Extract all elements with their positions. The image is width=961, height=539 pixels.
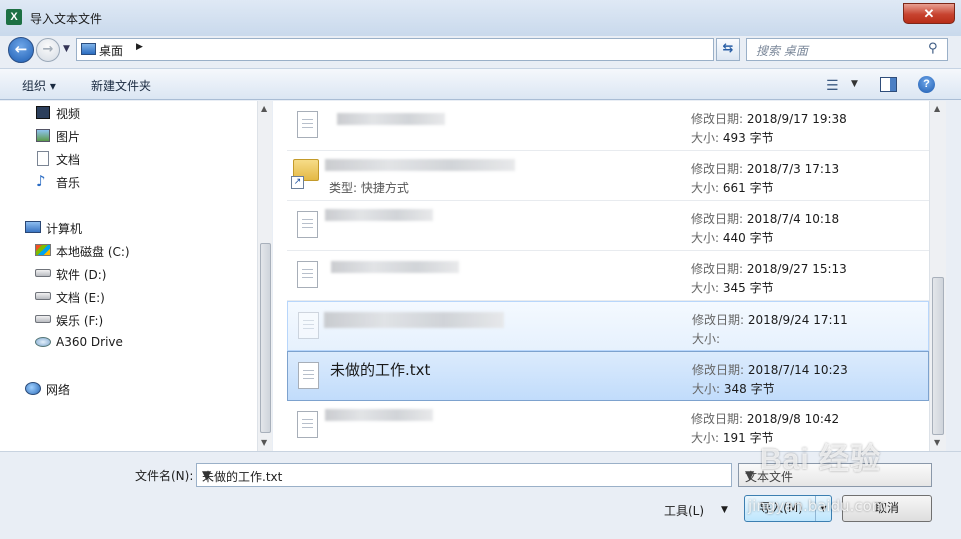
view-options-icon[interactable]: ☰ (826, 78, 839, 94)
blurred-filename (337, 113, 445, 125)
help-icon[interactable]: ? (918, 76, 935, 93)
search-input[interactable]: 搜索 桌面 ⚲ (746, 38, 948, 61)
drive-icon (35, 269, 51, 277)
text-file-icon (297, 261, 318, 288)
tools-dropdown-icon[interactable]: ▼ (721, 505, 728, 515)
nav-item-pictures[interactable]: 图片 (56, 128, 80, 145)
file-size: 大小: 440 字节 (691, 231, 774, 245)
window-title: 导入文本文件 (30, 12, 103, 26)
history-dropdown-icon[interactable]: ▼ (63, 44, 70, 54)
desktop-icon (81, 43, 96, 55)
file-date: 修改日期: 2018/9/27 15:13 (691, 262, 847, 276)
back-button[interactable]: ← (8, 37, 34, 63)
organize-button[interactable]: 组织 ▾ (22, 77, 56, 94)
address-bar[interactable]: 桌面 ▶ (76, 38, 714, 61)
forward-button[interactable]: → (36, 38, 60, 62)
file-date: 修改日期: 2018/7/3 17:13 (691, 162, 840, 176)
text-file-icon (298, 312, 319, 339)
refresh-button[interactable]: ⇆ (716, 38, 740, 61)
filename-input[interactable]: 未做的工作.txt ▼ (196, 463, 732, 487)
text-file-icon (298, 362, 319, 389)
close-button[interactable]: ✕ (903, 3, 955, 24)
nav-item-computer[interactable]: 计算机 (46, 220, 82, 237)
file-row[interactable]: ↗ 类型: 快捷方式 修改日期: 2018/7/3 17:13 大小: 661 … (287, 151, 929, 201)
title-bar: X 导入文本文件 ✕ (0, 0, 961, 36)
command-toolbar: 组织 ▾ 新建文件夹 ☰ ▼ ? (0, 68, 961, 100)
nav-item-documents[interactable]: 文档 (56, 151, 80, 168)
scroll-up-icon[interactable]: ▲ (261, 104, 267, 113)
network-icon (25, 382, 41, 395)
scroll-up-icon[interactable]: ▲ (934, 104, 940, 113)
new-folder-button[interactable]: 新建文件夹 (91, 77, 151, 94)
text-file-icon (297, 211, 318, 238)
address-location[interactable]: 桌面 (99, 42, 123, 59)
nav-scroll-thumb[interactable] (260, 243, 271, 433)
file-row[interactable]: 修改日期: 2018/9/27 15:13 大小: 345 字节 (287, 251, 929, 301)
file-type: 类型: 快捷方式 (329, 181, 409, 195)
text-file-icon (297, 111, 318, 138)
document-icon (37, 151, 49, 166)
drive-icon (35, 244, 51, 256)
search-icon[interactable]: ⚲ (928, 41, 938, 56)
nav-item-music[interactable]: 音乐 (56, 174, 80, 191)
view-dropdown-icon[interactable]: ▼ (851, 79, 858, 89)
nav-item-drive-f[interactable]: 娱乐 (F:) (56, 312, 103, 329)
music-icon: ♪ (36, 172, 46, 190)
file-list-scrollbar[interactable]: ▲ ▼ (929, 101, 946, 451)
file-size: 大小: 493 字节 (691, 131, 774, 145)
nav-item-network[interactable]: 网络 (46, 381, 70, 398)
nav-item-drive-c[interactable]: 本地磁盘 (C:) (56, 243, 130, 260)
file-date: 修改日期: 2018/7/14 10:23 (692, 363, 848, 377)
file-date: 修改日期: 2018/9/8 10:42 (691, 412, 840, 426)
baidu-watermark: Bai 经验 (760, 443, 882, 476)
file-row[interactable]: 修改日期: 2018/7/4 10:18 大小: 440 字节 (287, 201, 929, 251)
tools-button[interactable]: 工具(L) (664, 502, 704, 519)
picture-icon (36, 129, 50, 142)
text-file-icon (297, 411, 318, 438)
file-date: 修改日期: 2018/9/17 19:38 (691, 112, 847, 126)
video-icon (36, 106, 50, 119)
nav-scrollbar[interactable]: ▲ ▼ (257, 101, 272, 451)
drive-icon (35, 315, 51, 323)
nav-item-a360-drive[interactable]: A360 Drive (56, 335, 123, 349)
nav-item-videos[interactable]: 视频 (56, 105, 80, 122)
navigation-pane: 视频 图片 文档 ♪ 音乐 计算机 本地磁盘 (C:) 软件 (D:) 文档 (… (0, 101, 257, 451)
excel-app-icon: X (6, 9, 22, 25)
baidu-watermark-url: jingyan.baidu.com (748, 497, 887, 515)
breadcrumb-chevron-icon[interactable]: ▶ (136, 42, 143, 52)
file-date: 修改日期: 2018/7/4 10:18 (691, 212, 840, 226)
blurred-filename (325, 209, 433, 221)
file-size: 大小: 345 字节 (691, 281, 774, 295)
blurred-filename (325, 159, 515, 171)
cloud-drive-icon (35, 337, 51, 347)
file-row-selected[interactable]: 未做的工作.txt 修改日期: 2018/7/14 10:23 大小: 348 … (287, 351, 929, 401)
file-size: 大小: (692, 332, 721, 346)
shortcut-arrow-icon: ↗ (291, 176, 304, 189)
drive-icon (35, 292, 51, 300)
file-size: 大小: 348 字节 (692, 382, 775, 396)
blurred-filename (325, 409, 433, 421)
file-date: 修改日期: 2018/9/24 17:11 (692, 313, 848, 327)
search-placeholder: 搜索 桌面 (756, 44, 808, 58)
blurred-filename (324, 312, 504, 328)
file-list: 修改日期: 2018/9/17 19:38 大小: 493 字节 ↗ 类型: 快… (273, 101, 929, 451)
file-row[interactable]: 修改日期: 2018/9/24 17:11 大小: (287, 301, 929, 351)
scroll-down-icon[interactable]: ▼ (934, 438, 940, 447)
nav-item-drive-d[interactable]: 软件 (D:) (56, 266, 106, 283)
computer-icon (25, 221, 41, 233)
nav-item-drive-e[interactable]: 文档 (E:) (56, 289, 105, 306)
file-size: 大小: 661 字节 (691, 181, 774, 195)
file-row[interactable]: 修改日期: 2018/9/17 19:38 大小: 493 字节 (287, 101, 929, 151)
file-name: 未做的工作.txt (330, 361, 431, 379)
file-list-scroll-thumb[interactable] (932, 277, 944, 435)
filename-label: 文件名(N): (135, 469, 194, 483)
preview-pane-icon[interactable] (880, 77, 897, 92)
filename-dropdown-icon[interactable]: ▼ (202, 468, 726, 482)
blurred-filename (331, 261, 459, 273)
scroll-down-icon[interactable]: ▼ (261, 438, 267, 447)
